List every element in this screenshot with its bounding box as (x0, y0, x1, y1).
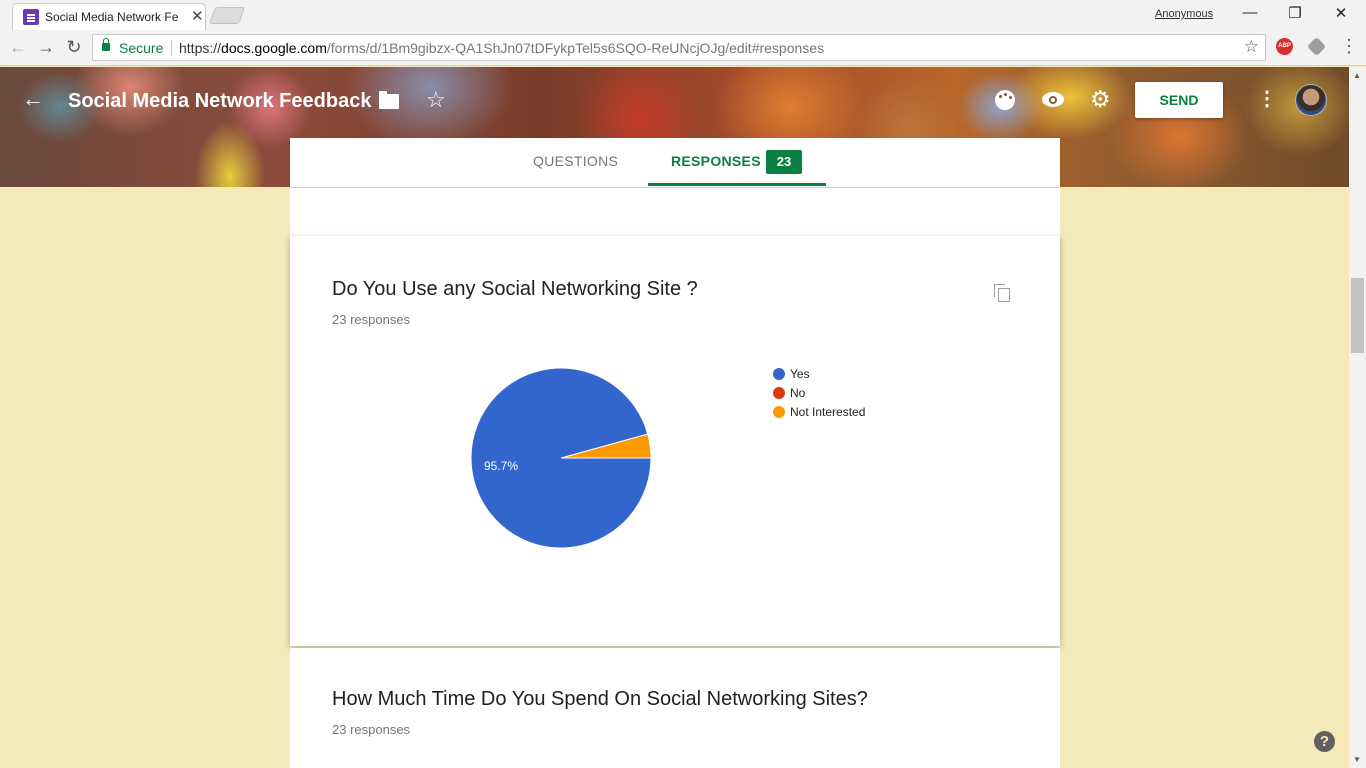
back-icon[interactable]: ← (8, 37, 28, 58)
avatar[interactable] (1295, 84, 1327, 116)
tab-responses[interactable]: RESPONSES 23 (648, 138, 826, 186)
legend-marker-yes (773, 368, 785, 380)
pie-slice-yes[interactable] (470, 367, 652, 549)
legend-label-no[interactable]: No (790, 386, 806, 400)
url-host: docs.google.com (221, 40, 327, 56)
responses-count-badge: 23 (766, 150, 802, 174)
url-scheme: https:// (179, 40, 222, 56)
palette-icon[interactable] (995, 90, 1015, 110)
scroll-down-icon[interactable]: ▼ (1353, 755, 1361, 764)
extension-icon[interactable] (1306, 36, 1327, 57)
scroll-thumb[interactable] (1351, 278, 1364, 353)
adblock-plus-icon[interactable]: ABP (1276, 38, 1293, 55)
bookmark-star-icon[interactable]: ☆ (1244, 37, 1259, 57)
more-options-icon[interactable]: ⋮ (1257, 89, 1277, 109)
browser-tab[interactable]: Social Media Network Fe ✕ (12, 3, 206, 30)
star-icon[interactable]: ☆ (426, 87, 446, 113)
restore-icon[interactable]: ❐ (1285, 4, 1305, 22)
tab-questions[interactable]: QUESTIONS (533, 153, 618, 169)
lock-icon (102, 38, 110, 51)
pie-chart: 95.7% Yes No Not Interested (470, 367, 865, 549)
preview-eye-icon[interactable] (1042, 92, 1064, 107)
form-title[interactable]: Social Media Network Feedback (68, 90, 371, 113)
tab-title: Social Media Network Fe (45, 10, 179, 24)
url-text[interactable]: https://docs.google.com/forms/d/1Bm9gibz… (179, 40, 824, 56)
secure-label: Secure (119, 40, 164, 56)
response-count: 23 responses (332, 722, 411, 737)
settings-gear-icon[interactable]: ⚙ (1090, 88, 1111, 111)
question-title: How Much Time Do You Spend On Social Net… (332, 688, 868, 710)
browser-toolbar: ← → ↻ Secure https://docs.google.com/for… (0, 30, 1366, 66)
reload-icon[interactable]: ↻ (64, 37, 84, 58)
help-icon[interactable]: ? (1314, 731, 1335, 752)
tab-close-icon[interactable]: ✕ (191, 7, 204, 25)
close-window-icon[interactable]: ✕ (1331, 4, 1351, 22)
page-scrollbar[interactable]: ▲ ▼ (1349, 67, 1366, 768)
legend-label-not-interested[interactable]: Not Interested (790, 405, 865, 419)
form-tabs: QUESTIONS RESPONSES 23 (290, 138, 1060, 187)
legend-marker-no (773, 387, 785, 399)
chrome-menu-icon[interactable]: ⋮ (1340, 36, 1358, 57)
summary-card-tail (290, 188, 1060, 236)
address-bar[interactable]: Secure https://docs.google.com/forms/d/1… (92, 34, 1266, 61)
scroll-up-icon[interactable]: ▲ (1353, 71, 1361, 80)
slice-label-yes: 95.7% (484, 459, 518, 473)
omnibox-divider (171, 40, 172, 56)
send-button[interactable]: SEND (1135, 82, 1223, 118)
legend-marker-not-interested (773, 406, 785, 418)
profile-name[interactable]: Anonymous (1155, 8, 1213, 20)
legend-label-yes[interactable]: Yes (790, 367, 810, 381)
question-card: Do You Use any Social Networking Site ? … (290, 236, 1060, 646)
question-card: How Much Time Do You Spend On Social Net… (290, 648, 1060, 768)
new-tab-button[interactable] (208, 7, 246, 24)
folder-icon[interactable] (379, 91, 399, 109)
browser-titlebar: Social Media Network Fe ✕ Anonymous — ❐ … (0, 0, 1366, 30)
minimize-icon[interactable]: — (1240, 4, 1260, 21)
back-arrow-icon[interactable]: ← (22, 86, 44, 112)
forward-icon[interactable]: → (36, 37, 56, 58)
tab-responses-label: RESPONSES (671, 153, 761, 169)
url-path: /forms/d/1Bm9gibzx-QA1ShJn07tDFykpTel5s6… (326, 40, 825, 56)
forms-favicon-icon (23, 9, 39, 25)
